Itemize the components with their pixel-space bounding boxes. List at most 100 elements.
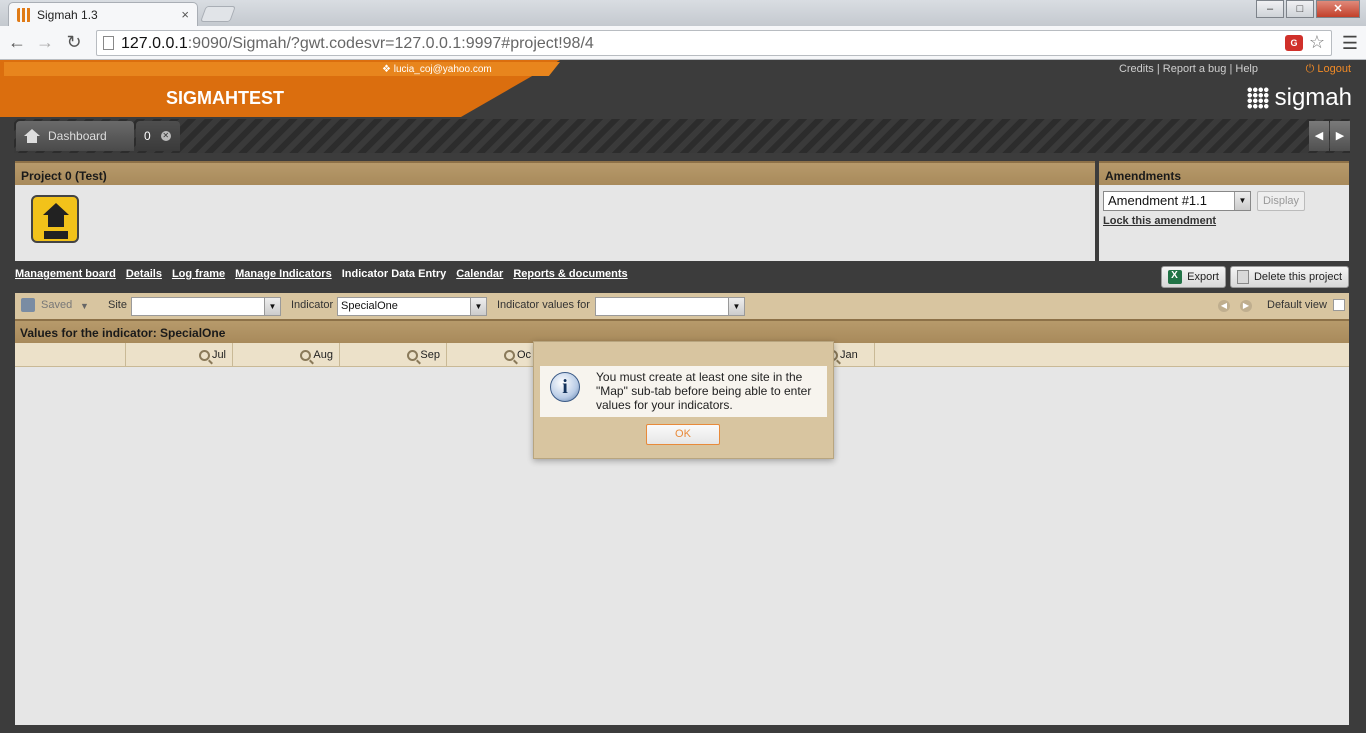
saved-dropdown-icon[interactable]: ▼ — [80, 301, 89, 311]
delete-project-button[interactable]: Delete this project — [1229, 266, 1349, 288]
browser-titlebar: Sigmah 1.3 × – □ ✕ — [0, 0, 1366, 26]
new-tab-button[interactable] — [200, 6, 236, 22]
minimize-button[interactable]: – — [1256, 0, 1284, 18]
column-header-blank — [15, 343, 126, 367]
previous-page-icon[interactable]: ◀ — [1218, 300, 1230, 312]
logo-text: sigmah — [1274, 84, 1352, 111]
export-label: Export — [1187, 271, 1219, 283]
trash-icon — [1236, 270, 1249, 284]
amendment-selected-value: Amendment #1.1 — [1108, 193, 1208, 208]
browser-menu-icon[interactable]: ☰ — [1342, 33, 1358, 54]
column-header-jul[interactable]: Jul — [126, 343, 233, 367]
app-tab-strip: Dashboard 0 ✕ ◀ ▶ — [0, 117, 1366, 155]
site-label: Site — [108, 299, 127, 311]
ok-button[interactable]: OK — [646, 424, 720, 445]
indicator-label: Indicator — [291, 299, 334, 311]
tab-dashboard-label: Dashboard — [48, 129, 107, 143]
column-header-sep[interactable]: Sep — [340, 343, 447, 367]
browser-toolbar: ← → ↻ 127.0.0.1:9090/Sigmah/?gwt.codesvr… — [0, 26, 1366, 60]
column-header-aug[interactable]: Aug — [233, 343, 340, 367]
back-arrow-icon[interactable]: ← — [6, 32, 28, 53]
browser-tab[interactable]: Sigmah 1.3 × — [8, 2, 198, 26]
sigmah-favicon-icon — [17, 7, 31, 22]
subnav-indicator-data-entry[interactable]: Indicator Data Entry — [342, 268, 447, 280]
subnav-log-frame[interactable]: Log frame — [172, 268, 225, 280]
saved-label[interactable]: Saved — [41, 299, 72, 311]
tab-close-icon[interactable]: ✕ — [160, 131, 171, 141]
column-label: Aug — [313, 349, 333, 361]
forward-arrow-icon[interactable]: → — [34, 32, 56, 53]
subnav-details[interactable]: Details — [126, 268, 162, 280]
address-bar[interactable]: 127.0.0.1:9090/Sigmah/?gwt.codesvr=127.0… — [96, 30, 1332, 56]
sigmah-logo-icon — [1246, 87, 1269, 109]
user-email: ❖ lucia_coj@yahoo.com — [382, 64, 492, 75]
app-title: SIGMAHTEST — [166, 88, 285, 108]
maximize-button[interactable]: □ — [1286, 0, 1314, 18]
column-label: Oc — [517, 349, 532, 361]
column-label: Jan — [840, 349, 858, 361]
credits-link[interactable]: Credits — [1119, 63, 1154, 75]
browser-tab-title: Sigmah 1.3 — [37, 7, 98, 22]
app-header: ❖ lucia_coj@yahoo.com SIGMAHTEST Credits… — [0, 60, 1366, 118]
tab-project-0[interactable]: 0 ✕ — [136, 121, 180, 151]
magnifier-icon — [407, 349, 419, 361]
default-view-label: Default view — [1267, 299, 1327, 311]
chevron-down-icon[interactable]: ▼ — [470, 298, 486, 315]
bookmark-star-icon[interactable]: ☆ — [1309, 32, 1325, 53]
subnav-manage-indicators[interactable]: Manage Indicators — [235, 268, 332, 280]
dialog-message: You must create at least one site in the… — [596, 370, 812, 412]
help-link[interactable]: Help — [1235, 63, 1258, 75]
values-panel-title: Values for the indicator: SpecialOne — [15, 319, 1349, 343]
chevron-down-icon[interactable]: ▼ — [728, 298, 744, 315]
home-icon — [24, 129, 40, 143]
dialog-message-box: i You must create at least one site in t… — [540, 366, 827, 417]
scroll-right-icon[interactable]: ▶ — [1330, 121, 1350, 151]
magnifier-icon — [300, 349, 312, 361]
project-actions: Export Delete this project — [1161, 266, 1349, 288]
reload-icon[interactable]: ↻ — [63, 32, 85, 53]
delete-label: Delete this project — [1253, 271, 1342, 283]
chevron-down-icon[interactable]: ▼ — [264, 298, 280, 315]
lock-amendment-link[interactable]: Lock this amendment — [1103, 215, 1216, 227]
project-subnav: Management board Details Log frame Manag… — [15, 268, 628, 280]
excel-icon — [1168, 270, 1183, 284]
info-icon: i — [550, 372, 580, 402]
values-for-select[interactable]: ▼ — [595, 297, 745, 316]
subnav-management-board[interactable]: Management board — [15, 268, 116, 280]
project-home-icon — [31, 195, 79, 243]
next-page-icon[interactable]: ▶ — [1240, 300, 1252, 312]
chevron-down-icon[interactable]: ▼ — [1234, 192, 1250, 210]
export-button[interactable]: Export — [1161, 266, 1226, 288]
subnav-calendar[interactable]: Calendar — [456, 268, 503, 280]
project-panel: Project 0 (Test) — [15, 161, 1095, 261]
column-label: Jul — [211, 349, 226, 361]
magnifier-icon — [504, 349, 515, 361]
project-panel-title: Project 0 (Test) — [15, 161, 1095, 185]
column-label: Sep — [420, 349, 440, 361]
indicator-toolbar: Saved ▼ Site ▼ Indicator SpecialOne ▼ In… — [15, 293, 1349, 319]
display-button[interactable]: Display — [1257, 191, 1305, 211]
site-select[interactable]: ▼ — [131, 297, 281, 316]
values-for-label: Indicator values for — [497, 299, 590, 311]
tab-scroll-buttons: ◀ ▶ — [1308, 121, 1350, 151]
magnifier-icon — [198, 349, 210, 361]
default-view-checkbox[interactable] — [1333, 299, 1345, 311]
close-window-button[interactable]: ✕ — [1316, 0, 1360, 18]
extension-icon[interactable]: G — [1285, 35, 1303, 51]
report-bug-link[interactable]: Report a bug — [1163, 63, 1227, 75]
indicator-select[interactable]: SpecialOne ▼ — [337, 297, 487, 316]
window-controls: – □ ✕ — [1254, 0, 1360, 18]
header-links: Credits | Report a bug | Help — [1118, 63, 1258, 75]
subnav-reports-documents[interactable]: Reports & documents — [513, 268, 627, 280]
tab-project-label: 0 — [144, 129, 151, 143]
indicator-value: SpecialOne — [341, 300, 398, 312]
scroll-left-icon[interactable]: ◀ — [1309, 121, 1329, 151]
save-icon[interactable] — [21, 298, 35, 312]
sigmah-logo: sigmah — [1246, 84, 1352, 112]
url-text[interactable]: 127.0.0.1:9090/Sigmah/?gwt.codesvr=127.0… — [121, 35, 594, 53]
amendment-select[interactable]: Amendment #1.1 ▼ — [1103, 191, 1251, 211]
amendments-title: Amendments — [1099, 161, 1349, 185]
logout-link[interactable]: ⏻ Logout — [1306, 63, 1351, 76]
tab-dashboard[interactable]: Dashboard — [16, 121, 134, 151]
tab-close-icon[interactable]: × — [181, 7, 189, 22]
